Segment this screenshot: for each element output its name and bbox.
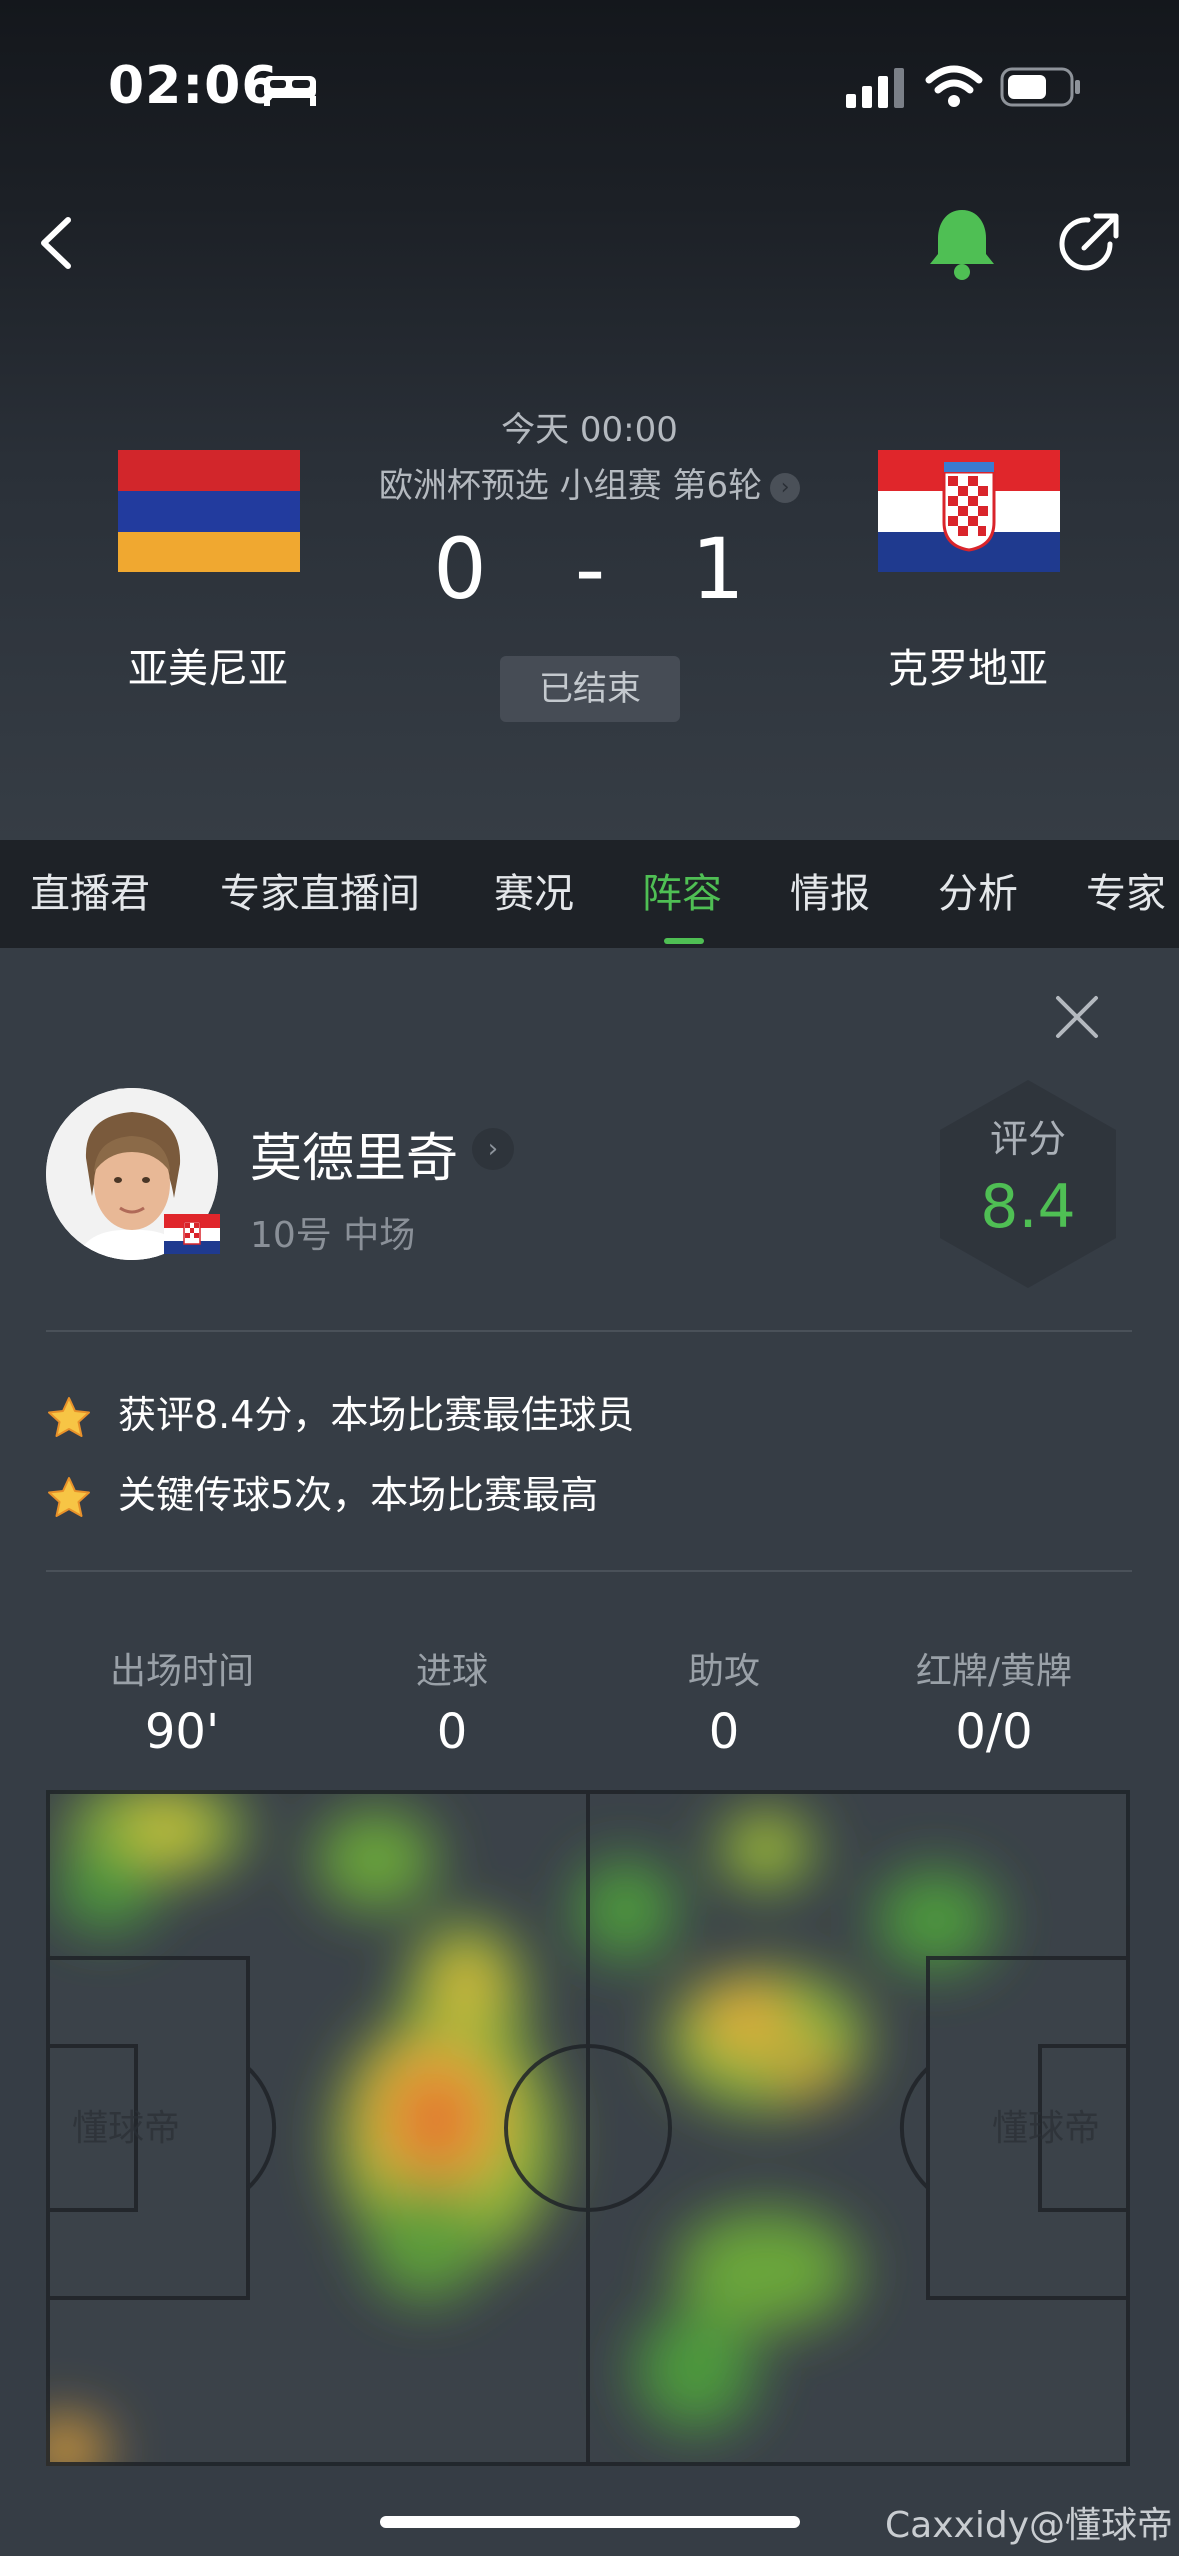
back-icon[interactable] bbox=[30, 208, 90, 278]
tab-bar: 直播君 专家直播间 赛况 阵容 情报 分析 专家 bbox=[0, 840, 1179, 948]
match-status-badge: 已结束 bbox=[500, 656, 680, 722]
sleep-focus-icon bbox=[264, 76, 316, 106]
stat-label-goals: 进球 bbox=[415, 1651, 488, 1692]
competition-label: 欧洲杯预选 小组赛 第6轮 bbox=[378, 466, 763, 506]
rating-label: 评分 bbox=[989, 1117, 1066, 1161]
heatmap-pitch: 懂球帝 懂球帝 bbox=[46, 1790, 1130, 2466]
stat-value-goals: 0 bbox=[436, 1704, 468, 1760]
tab-expert-live[interactable]: 专家直播间 bbox=[220, 840, 420, 948]
stat-label-minutes: 出场时间 bbox=[109, 1651, 254, 1692]
highlight-text: 关键传球5次，本场比赛最高 bbox=[118, 1473, 599, 1517]
pitch-watermark-right: 懂球帝 bbox=[992, 2108, 1100, 2149]
away-score: 1 bbox=[691, 520, 745, 618]
bell-icon[interactable] bbox=[920, 204, 1004, 284]
chevron-right-icon[interactable]: › bbox=[472, 1128, 514, 1170]
highlight-text: 获评8.4分，本场比赛最佳球员 bbox=[118, 1393, 635, 1437]
divider bbox=[46, 1330, 1132, 1332]
tab-lineup[interactable]: 阵容 bbox=[642, 840, 722, 948]
divider bbox=[46, 1570, 1132, 1572]
home-team-flag[interactable] bbox=[118, 450, 300, 572]
home-team-name[interactable]: 亚美尼亚 bbox=[68, 636, 348, 694]
tab-intel[interactable]: 情报 bbox=[790, 840, 870, 948]
tab-analysis[interactable]: 分析 bbox=[938, 840, 1018, 948]
kickoff-time: 今天 00:00 bbox=[501, 410, 678, 450]
stat-label-assists: 助攻 bbox=[687, 1651, 760, 1692]
score-separator: - bbox=[574, 520, 606, 618]
share-icon[interactable] bbox=[1052, 208, 1124, 280]
player-number-position: 10号 中场 bbox=[250, 1215, 416, 1256]
player-name[interactable]: 莫德里奇 bbox=[250, 1116, 458, 1191]
tab-match-events[interactable]: 赛况 bbox=[494, 840, 574, 948]
active-tab-indicator bbox=[664, 938, 704, 944]
star-icon bbox=[48, 1396, 90, 1437]
stat-value-assists: 0 bbox=[708, 1704, 740, 1760]
star-icon bbox=[48, 1476, 90, 1517]
pitch-watermark-left: 懂球帝 bbox=[72, 2108, 180, 2149]
home-indicator[interactable] bbox=[380, 2516, 800, 2528]
chevron-right-icon: › bbox=[770, 472, 801, 503]
wifi-icon bbox=[925, 65, 983, 107]
cellular-signal-icon bbox=[846, 68, 904, 108]
tab-live-host[interactable]: 直播君 bbox=[30, 840, 150, 948]
stat-value-cards: 0/0 bbox=[955, 1704, 1033, 1760]
stat-value-minutes: 90' bbox=[144, 1704, 220, 1760]
stat-label-cards: 红牌/黄牌 bbox=[915, 1651, 1073, 1692]
status-time: 02:06 bbox=[108, 56, 279, 116]
player-nation-flag bbox=[164, 1214, 220, 1254]
highlight-item: 关键传球5次，本场比赛最高 bbox=[46, 1464, 599, 1517]
tab-experts[interactable]: 专家 bbox=[1086, 840, 1166, 948]
close-icon[interactable] bbox=[1050, 990, 1104, 1044]
away-team-flag[interactable] bbox=[878, 450, 1060, 572]
away-team-name[interactable]: 克罗地亚 bbox=[828, 636, 1108, 694]
battery-icon bbox=[1000, 67, 1080, 107]
image-watermark: Caxxidy@懂球帝 bbox=[885, 2505, 1173, 2546]
home-score: 0 bbox=[433, 520, 487, 618]
rating-value: 8.4 bbox=[980, 1172, 1076, 1242]
highlight-item: 获评8.4分，本场比赛最佳球员 bbox=[46, 1384, 635, 1437]
